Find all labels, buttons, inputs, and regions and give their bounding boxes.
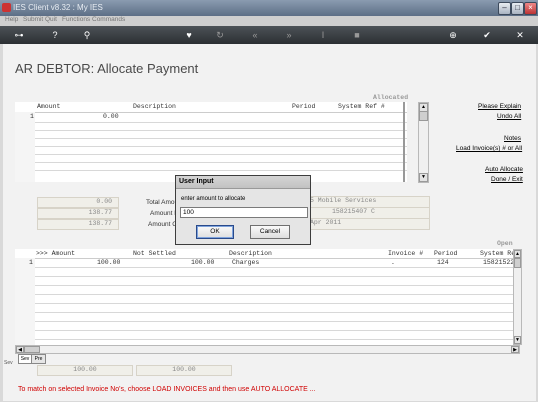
app-icon [2, 3, 11, 12]
invoice-cell: . [391, 259, 395, 266]
close-icon[interactable]: ✕ [515, 30, 525, 40]
col-open-amount: >>> Amount [36, 250, 76, 257]
undo-all-link[interactable]: Undo All [497, 113, 521, 120]
total-amount-value: 100.00 [73, 366, 97, 373]
menu-submit[interactable]: Submit [23, 16, 43, 23]
allocated-label: Allocated [373, 94, 409, 101]
notes-link[interactable]: Notes [504, 135, 521, 142]
refresh-icon[interactable]: ↻ [215, 30, 225, 40]
debtor-ref-value: 158215407 C [332, 208, 375, 215]
debtor-name-value: 5 Mobile Services [310, 197, 377, 204]
open-scroll-thumb[interactable] [514, 258, 521, 268]
open-grid: >>> Amount Not Settled Description Invoi… [15, 249, 520, 345]
summary-total-field: 0.00 [37, 197, 119, 208]
user-input-dialog: User Input enter amount to allocate OK C… [175, 175, 311, 245]
menu-help[interactable]: Help [5, 16, 18, 23]
summary-amount-n-field: 138.77 [37, 208, 119, 219]
open-scroll-up-icon[interactable]: ▲ [514, 250, 521, 258]
col-not-settled: Not Settled [133, 250, 176, 257]
tab-pre[interactable]: Pre [31, 354, 46, 364]
col-open-period: Period [434, 250, 458, 257]
open-horizontal-scrollbar[interactable]: ◀ ▶ [15, 345, 520, 354]
row-index: 1 [30, 113, 34, 120]
not-settled-cell: 100.00 [191, 259, 215, 266]
confirm-icon[interactable]: ✔ [482, 30, 492, 40]
allocated-amount-cell[interactable]: 0.00 [103, 113, 119, 120]
allocated-scrollbar[interactable]: ▲ ▼ [418, 102, 429, 183]
period-field: Apr 2011 [306, 218, 430, 230]
cancel-button[interactable]: Cancel [250, 225, 290, 239]
summary-total-value: 0.00 [96, 198, 112, 205]
title-bar: IES Client v8.32 : My IES – □ × [0, 0, 538, 16]
period-cell: 124 [437, 259, 449, 266]
description-cell: Charges [232, 259, 260, 266]
open-scroll-down-icon[interactable]: ▼ [514, 336, 521, 344]
rewind-icon[interactable]: « [250, 30, 260, 40]
add-icon[interactable]: ⊕ [448, 30, 458, 40]
toolbar: ⊶ ? ⚲ ♥ ↻ « » I ■ ⊕ ✔ ✕ [0, 26, 538, 44]
menu-functions[interactable]: Functions [62, 16, 90, 23]
close-window-button[interactable]: × [524, 2, 537, 15]
heart-icon[interactable]: ♥ [184, 30, 194, 40]
maximize-button[interactable]: □ [511, 2, 524, 15]
stop-icon[interactable]: ■ [352, 30, 362, 40]
col-invoice: Invoice # [388, 250, 424, 257]
text-cursor-icon[interactable]: I [318, 30, 328, 40]
open-amount-cell: 100.00 [97, 259, 121, 266]
menu-quit[interactable]: Quit [45, 16, 57, 23]
please-explain-link[interactable]: Please Explain [478, 103, 521, 110]
dialog-title: User Input [179, 178, 214, 185]
minimize-button[interactable]: – [498, 2, 511, 15]
auto-allocate-link[interactable]: Auto Allocate [485, 166, 523, 173]
h-scroll-thumb[interactable] [24, 346, 40, 353]
open-row-index: 1 [29, 259, 33, 266]
menu-bar: Help Submit Quit Functions Commands [0, 16, 538, 26]
footer-message: To match on selected Invoice No's, choos… [18, 386, 316, 393]
period-value: Apr 2011 [310, 219, 342, 226]
scroll-down-icon[interactable]: ▼ [419, 173, 428, 182]
done-exit-link[interactable]: Done / Exit [491, 176, 523, 183]
col-amount: Amount [37, 103, 61, 110]
summary-amount-cr-field: 138.77 [37, 219, 119, 230]
open-label: Open [497, 240, 513, 247]
fast-forward-icon[interactable]: » [284, 30, 294, 40]
scroll-thumb[interactable] [419, 111, 428, 121]
open-vertical-scrollbar[interactable]: ▲ ▼ [513, 249, 522, 345]
col-period: Period [292, 103, 316, 110]
tab-sev[interactable]: Sev [18, 354, 32, 364]
dialog-prompt: enter amount to allocate [181, 196, 246, 202]
col-open-description: Description [229, 250, 272, 257]
total-amount-field: 100.00 [37, 365, 133, 376]
amount-input[interactable] [180, 207, 308, 218]
summary-amount-cr-value: 138.77 [88, 220, 112, 227]
search-icon[interactable]: ⚲ [82, 30, 92, 40]
total-not-settled-field: 100.00 [136, 365, 232, 376]
allocated-grid: Amount Description Period System Ref # 1… [15, 102, 407, 182]
total-not-settled-value: 100.00 [172, 366, 196, 373]
scroll-right-icon[interactable]: ▶ [511, 346, 519, 353]
page-title: AR DEBTOR: Allocate Payment [15, 61, 199, 76]
dialog-title-bar: User Input [176, 176, 310, 189]
ok-button[interactable]: OK [196, 225, 234, 239]
menu-commands[interactable]: Commands [92, 16, 125, 23]
key-icon[interactable]: ⊶ [10, 30, 28, 40]
col-description: Description [133, 103, 176, 110]
scroll-left-icon[interactable]: ◀ [16, 346, 24, 353]
side-label: Sev [4, 360, 13, 366]
summary-amount-n-value: 138.77 [88, 209, 112, 216]
load-invoices-link[interactable]: Load Invoice(s) # or All [456, 145, 522, 152]
window-title: IES Client v8.32 : My IES [13, 3, 103, 12]
allocated-header: Amount Description Period System Ref # [15, 102, 407, 113]
total-amount-label: Total Amou [146, 199, 179, 206]
help-icon[interactable]: ? [50, 30, 60, 40]
col-system-ref: System Ref # [338, 103, 385, 110]
table-row[interactable]: 1 100.00 100.00 Charges . 124 15821522 [29, 258, 520, 267]
